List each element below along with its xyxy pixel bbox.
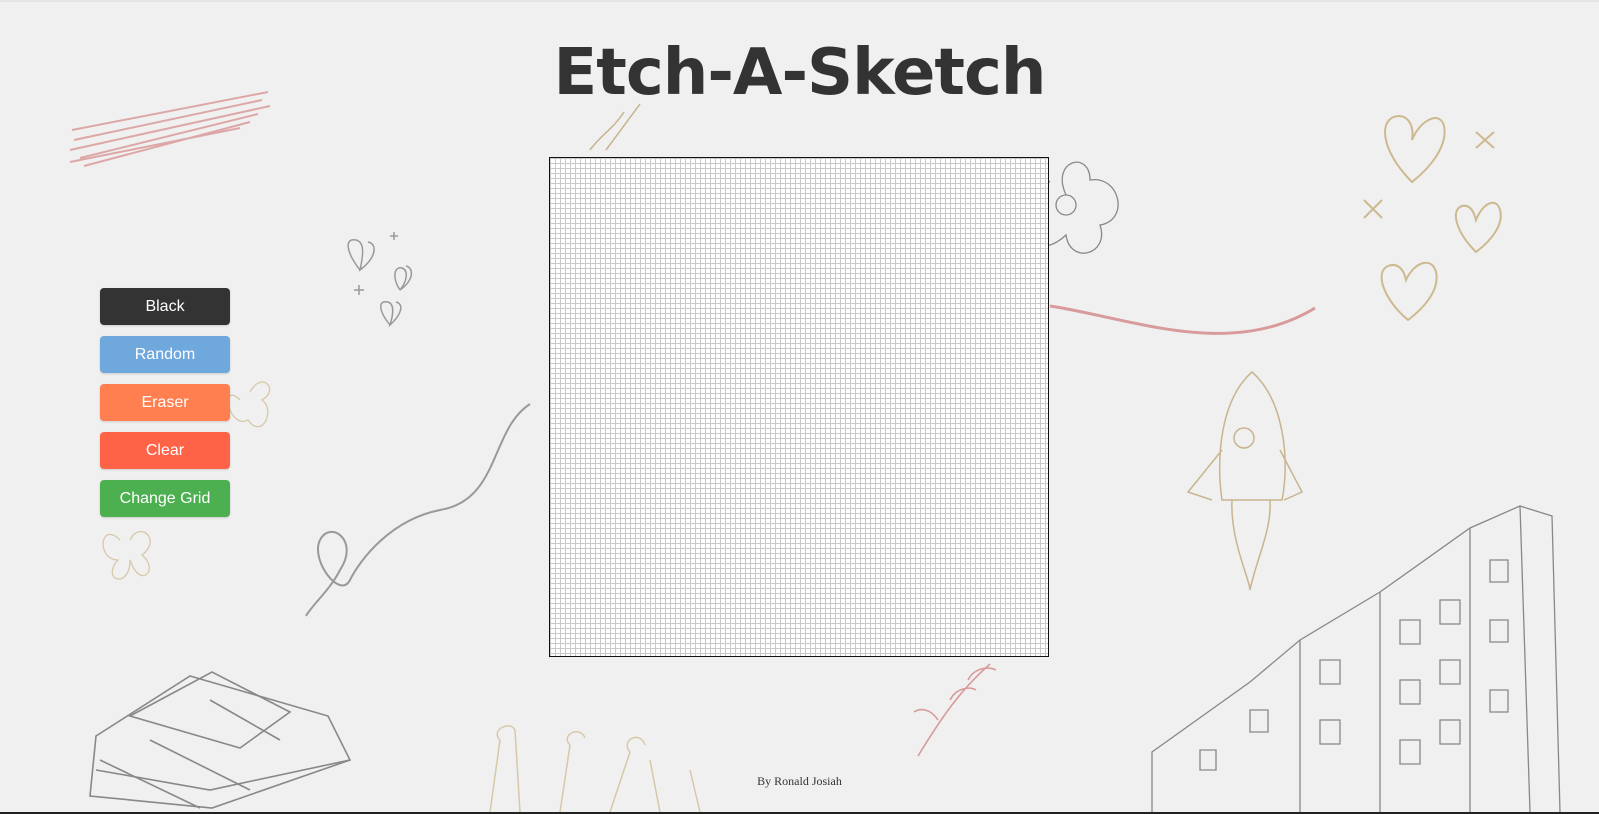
- change-grid-button[interactable]: Change Grid: [100, 480, 230, 517]
- gold-hearts-doodle: [1363, 114, 1502, 322]
- controls-panel: Black Random Eraser Clear Change Grid: [100, 288, 230, 528]
- building-doodle: [1151, 505, 1561, 813]
- leaf-doodle: [913, 663, 997, 757]
- clear-button[interactable]: Clear: [100, 432, 230, 469]
- plants-doodle: [489, 725, 701, 813]
- squiggle-line: [305, 403, 531, 617]
- guitar-doodle: [589, 103, 641, 151]
- sketch-grid[interactable]: [549, 157, 1049, 657]
- rocket-doodle: [1186, 371, 1304, 591]
- small-hearts-doodle: [347, 232, 413, 328]
- pink-ribbon: [1049, 304, 1316, 335]
- black-button[interactable]: Black: [100, 288, 230, 325]
- random-button[interactable]: Random: [100, 336, 230, 373]
- eraser-button[interactable]: Eraser: [100, 384, 230, 421]
- page-title: Etch-A-Sketch: [553, 36, 1047, 110]
- footer-credit: By Ronald Josiah: [757, 774, 842, 788]
